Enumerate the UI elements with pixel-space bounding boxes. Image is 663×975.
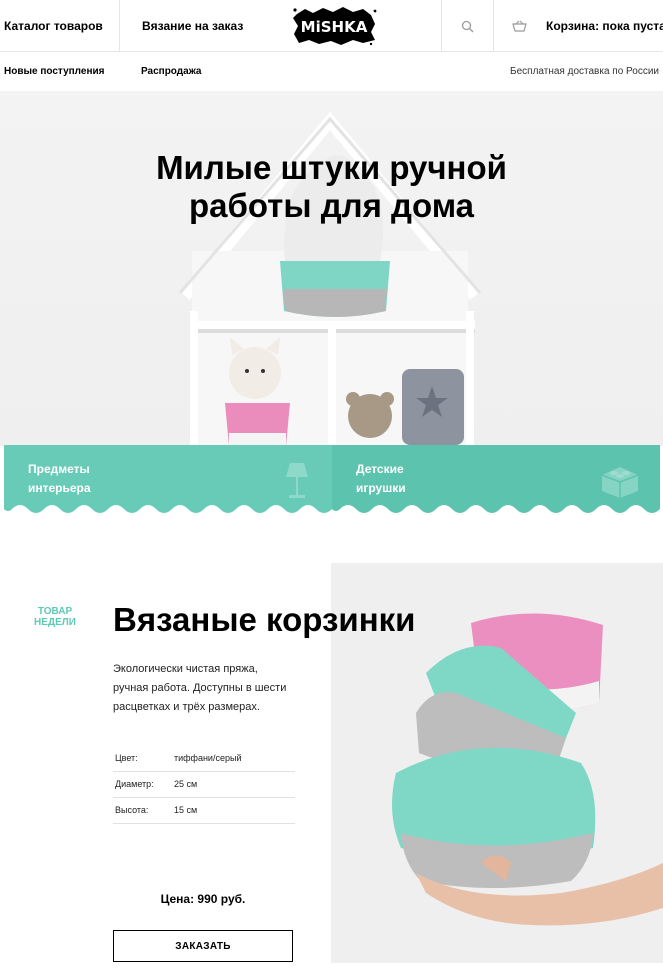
category-interior-items[interactable]: Предметы интерьера — [4, 445, 332, 520]
hero-title-line-1: Милые штуки ручной — [156, 149, 507, 186]
hero-title-line-2: работы для дома — [188, 187, 475, 224]
product-specs-table: Цвет: тиффани/серый Диаметр: 25 см Высот… — [113, 746, 295, 824]
mishka-logo[interactable]: MiSHKA — [291, 6, 377, 46]
spec-key: Цвет: — [115, 753, 138, 763]
spec-key: Диаметр: — [115, 779, 154, 789]
category-band: Предметы интерьера Детские игрушки — [0, 445, 663, 520]
secondary-navigation: Новые поступления Распродажа Бесплатная … — [0, 53, 663, 91]
logo-text: MiSHKA — [301, 18, 368, 36]
category-label: Детские игрушки — [356, 462, 406, 495]
hero-banner: Милые штуки ручной работы для дома — [0, 91, 663, 446]
product-description: Экологически чистая пряжа, ручная работа… — [113, 663, 287, 713]
cart-status[interactable]: Корзина: пока пуста — [546, 0, 663, 52]
category-kids-toys[interactable]: Детские игрушки — [332, 445, 660, 520]
product-title: Вязаные корзинки — [113, 601, 416, 638]
basket-icon — [511, 20, 527, 32]
spec-row-diameter: Диаметр: 25 см — [113, 772, 295, 798]
sale-link[interactable]: Распродажа — [141, 53, 201, 91]
search-icon — [461, 20, 474, 32]
custom-knitting-link[interactable]: Вязание на заказ — [142, 0, 243, 52]
category-label: Предметы интерьера — [28, 462, 91, 495]
spec-value: 25 см — [174, 779, 198, 789]
spec-value: 15 см — [174, 805, 198, 815]
spec-value: тиффани/серый — [174, 753, 242, 763]
nav-divider — [119, 0, 120, 52]
spec-row-color: Цвет: тиффани/серый — [113, 746, 295, 772]
cart-button[interactable] — [505, 0, 533, 52]
nav-divider — [493, 0, 494, 52]
top-navigation: Каталог товаров Вязание на заказ MiSHKA … — [0, 0, 663, 52]
catalog-link[interactable]: Каталог товаров — [4, 0, 103, 52]
new-arrivals-link[interactable]: Новые поступления — [4, 53, 105, 91]
free-delivery-note: Бесплатная доставка по России — [510, 66, 659, 77]
spec-key: Высота: — [115, 805, 149, 815]
lamp-icon — [286, 463, 308, 498]
order-button[interactable]: Заказать — [113, 930, 293, 962]
lego-brick-icon — [601, 467, 639, 498]
product-price: Цена: 990 руб. — [160, 892, 246, 906]
search-button[interactable] — [442, 0, 493, 52]
hero-title: Милые штуки ручной работы для дома — [0, 149, 663, 225]
spec-row-height: Высота: 15 см — [113, 798, 295, 824]
product-of-week-badge: Товар недели — [34, 606, 76, 628]
